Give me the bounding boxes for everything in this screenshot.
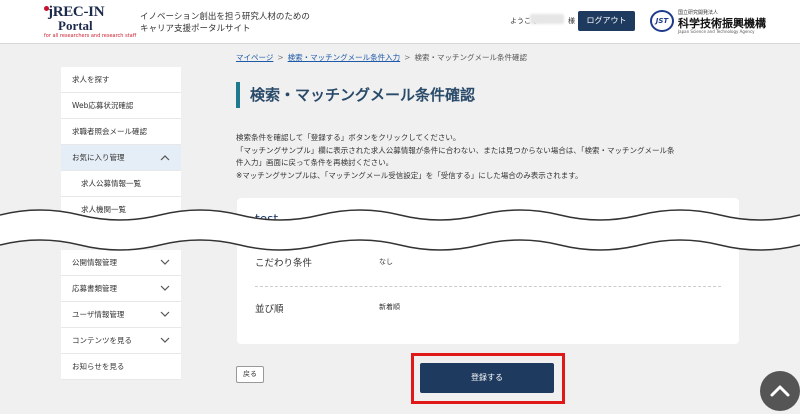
- sidebar-nav-lower: 公開情報管理 応募書類管理 ユーザ情報管理 コンテンツを見る お知らせを見る: [61, 250, 181, 380]
- tagline-line: イノベーション創出を担う研究人材のための: [140, 12, 310, 22]
- condition-label-sort: 並び順: [255, 304, 284, 315]
- breadcrumb: マイページ > 検索・マッチングメール条件入力 > 検索・マッチングメール条件確認: [236, 52, 527, 63]
- condition-label-preference: こだわり条件: [255, 258, 313, 269]
- register-button[interactable]: 登録する: [420, 363, 554, 393]
- instruction-line: 検索条件を確認して「登録する」ボタンをクリックしてください。: [236, 133, 461, 142]
- sidebar-item-user-info[interactable]: ユーザ情報管理: [61, 302, 181, 328]
- jrec-in-logo[interactable]: jREC-IN Portal for all researchers and r…: [44, 4, 136, 40]
- user-name-redacted: [530, 14, 564, 24]
- sidebar-item-label: 求人機関一覧: [81, 205, 126, 214]
- chevron-down-icon: [160, 250, 170, 276]
- instruction-line: ※マッチングサンプルは、「マッチングメール受信設定」を「受信する」にした場合のみ…: [236, 170, 583, 180]
- instruction-line: 件入力」画面に戻って条件を再検討ください。: [236, 158, 394, 167]
- sidebar-item-label: 応募書類管理: [72, 284, 117, 293]
- site-header: jREC-IN Portal for all researchers and r…: [0, 0, 800, 44]
- breadcrumb-link-input[interactable]: 検索・マッチングメール条件入力: [288, 53, 401, 62]
- condition-value-sort: 新着順: [379, 303, 400, 311]
- chevron-up-icon: [160, 145, 170, 171]
- sidebar-nav: 求人を探す Web応募状況確認 求職者照会メール確認 お気に入り管理 求人公募情…: [61, 67, 181, 223]
- sidebar-item-label: コンテンツを見る: [72, 336, 132, 345]
- jst-logo[interactable]: JST 国立研究開発法人 科学技術振興機構 Japan Science and …: [650, 8, 780, 36]
- logo-text-2: Portal: [58, 18, 93, 33]
- sidebar-item-institution-list[interactable]: 求人機関一覧: [61, 197, 181, 223]
- site-tagline: イノベーション創出を担う研究人材のための キャリア支援ポータルサイト: [140, 11, 310, 35]
- honorific-text: 様: [568, 17, 575, 25]
- logout-button[interactable]: ログアウト: [578, 11, 635, 31]
- chevron-up-icon: [770, 385, 790, 397]
- sidebar-item-label: お気に入り管理: [72, 153, 125, 162]
- sidebar-item-favorites[interactable]: お気に入り管理: [61, 145, 181, 171]
- back-button[interactable]: 戻る: [236, 366, 264, 383]
- breadcrumb-current: 検索・マッチングメール条件確認: [414, 53, 527, 62]
- sidebar-item-label: 求人を探す: [72, 75, 110, 84]
- breadcrumb-separator: >: [277, 53, 284, 62]
- sidebar-item-job-list[interactable]: 求人公募情報一覧: [61, 171, 181, 197]
- sidebar-item-inquiry-mail[interactable]: 求職者照会メール確認: [61, 119, 181, 145]
- sidebar-item-label: 公開情報管理: [72, 258, 117, 267]
- sidebar-item-label: 求職者照会メール確認: [72, 127, 147, 136]
- condition-value-preference: なし: [379, 258, 393, 266]
- jst-badge-icon: JST: [650, 10, 674, 32]
- jst-en-text: Japan Science and Technology Agency: [678, 29, 755, 34]
- instruction-line: 「マッチングサンプル」欄に表示された求人公募情報が条件に合わない、または見つから…: [236, 145, 675, 155]
- condition-name: test: [255, 212, 279, 226]
- sidebar-item-label: 求人公募情報一覧: [81, 179, 141, 188]
- scroll-to-top-button[interactable]: [760, 371, 800, 411]
- sidebar-item-contents[interactable]: コンテンツを見る: [61, 328, 181, 354]
- sidebar-item-find-jobs[interactable]: 求人を探す: [61, 67, 181, 93]
- sidebar-item-label: ユーザ情報管理: [72, 310, 125, 319]
- chevron-down-icon: [160, 302, 170, 328]
- row-divider: [255, 286, 721, 287]
- breadcrumb-separator: >: [404, 53, 411, 62]
- sidebar-item-label: Web応募状況確認: [72, 101, 134, 110]
- page-title: 検索・マッチングメール条件確認: [236, 82, 475, 108]
- sidebar-item-application-docs[interactable]: 応募書類管理: [61, 276, 181, 302]
- search-condition-card: test こだわり条件 なし 並び順 新着順: [237, 198, 739, 344]
- sidebar-item-public-info[interactable]: 公開情報管理: [61, 250, 181, 276]
- logo-text-3: for all researchers and research staff: [44, 33, 137, 39]
- sidebar-item-label: お知らせを見る: [72, 362, 125, 371]
- sidebar-item-web-application-status[interactable]: Web応募状況確認: [61, 93, 181, 119]
- tagline-line: キャリア支援ポータルサイト: [140, 24, 251, 34]
- instruction-text: 検索条件を確認して「登録する」ボタンをクリックしてください。 「マッチングサンプ…: [236, 132, 756, 182]
- chevron-down-icon: [160, 276, 170, 302]
- sidebar-item-notices[interactable]: お知らせを見る: [61, 354, 181, 380]
- breadcrumb-link-mypage[interactable]: マイページ: [236, 53, 273, 62]
- chevron-down-icon: [160, 328, 170, 354]
